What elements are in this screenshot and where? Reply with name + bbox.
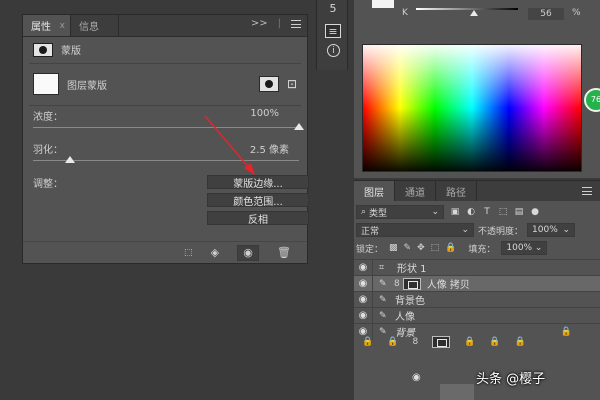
lock-pixels-icon[interactable]: ✎ (404, 243, 412, 253)
link-chain-icon[interactable]: 8 (394, 279, 400, 289)
lock-transparent-icon[interactable]: ▩ (389, 243, 398, 253)
blend-mode-select[interactable]: 正常 ⌄ (356, 223, 474, 237)
separator (372, 259, 373, 276)
layer-filter-row: ⌕ 类型 ⌄ ▣ ◐ T ⬚ ▤ ● (356, 205, 596, 219)
chevron-down-icon: ⌄ (461, 225, 469, 235)
watermark: 头条 @樱子 (476, 372, 546, 387)
layer-mask-mini-thumbnail (432, 336, 451, 348)
foreground-swatch[interactable] (372, 0, 394, 8)
separator (372, 307, 373, 324)
brush-icon: ✎ (379, 278, 387, 289)
channel-slider-thumb[interactable] (470, 10, 478, 16)
visibility-eye-icon[interactable]: ◉ (354, 294, 372, 305)
lock-icon: 🔒 (387, 337, 399, 347)
properties-panel-icon[interactable]: ≡ (325, 24, 341, 38)
smart-object-filter-icon[interactable]: ▤ (514, 207, 524, 217)
lock-row: 锁定： ▩ ✎ ✥ ⬚ 🔒 填充： 100% ⌄ (356, 241, 600, 255)
shape-filter-icon[interactable]: ⬚ (498, 207, 508, 217)
layer-name: 形状 1 (397, 264, 427, 275)
tab-channels[interactable]: 通道 (395, 181, 436, 201)
layer-name: 背景色 (395, 296, 425, 307)
channel-slider-track[interactable] (416, 8, 518, 10)
drag-ghost-row: 🔒 🔒 8 🔒 🔒 🔒 (362, 336, 526, 348)
lock-artboard-icon[interactable]: ⬚ (431, 243, 440, 253)
layers-tab-bar: 图层 通道 路径 (354, 181, 600, 201)
tab-layers[interactable]: 图层 (354, 181, 395, 201)
shape-layer-icon: ⌗ (379, 262, 385, 273)
lock-label: 锁定： (356, 244, 384, 255)
brush-icon: ✎ (379, 310, 387, 321)
lock-icon: 🔒 (514, 337, 526, 347)
opacity-value: 100% (532, 225, 558, 235)
visibility-eye-icon: ◉ (412, 372, 421, 383)
layers-panel: 图层 通道 路径 ⌕ 类型 ⌄ ▣ ◐ T ⬚ ▤ ● 正常 ⌄ 不透明度： 1… (354, 180, 600, 400)
visibility-eye-icon[interactable]: ◉ (354, 310, 372, 321)
layers-menu-icon[interactable] (582, 187, 592, 195)
visibility-eye-icon[interactable]: ◉ (354, 262, 372, 273)
color-spectrum[interactable] (362, 44, 582, 172)
lock-all-icon[interactable]: 🔒 (445, 243, 456, 253)
layer-mask-mini-thumbnail[interactable] (402, 277, 421, 290)
history-icon[interactable]: 5 (325, 2, 341, 16)
fill-field[interactable]: 100% ⌄ (501, 241, 548, 255)
layer-lock-icon[interactable]: 🔒 (561, 327, 572, 337)
separator (372, 291, 373, 308)
layer-row-shape[interactable]: ◉ ⌗ 形状 1 (354, 259, 600, 276)
fill-value: 100% (506, 243, 533, 253)
chevron-down-icon: ⌄ (562, 225, 571, 235)
search-icon: ⌕ (361, 207, 367, 217)
tab-paths[interactable]: 路径 (436, 181, 477, 201)
layer-row-bgcolor[interactable]: ◉ ✎ 背景色 (354, 291, 600, 308)
opacity-label: 不透明度： (478, 226, 524, 237)
lock-position-icon[interactable]: ✥ (417, 243, 425, 253)
type-filter-icon[interactable]: T (482, 207, 492, 217)
channel-label: K (402, 8, 408, 18)
link-chain-icon: 8 (412, 337, 419, 347)
filter-toggle-icon[interactable]: ● (530, 207, 540, 217)
layer-list: ◉ ⌗ 形状 1 ◉ ✎ 8 人像 拷贝 ◉ ✎ 背景色 ◉ ✎ 人像 ◉ ✎ … (354, 259, 600, 340)
channel-unit: % (572, 8, 581, 18)
chevron-down-icon: ⌄ (431, 207, 439, 217)
blend-row: 正常 ⌄ 不透明度： 100% ⌄ (356, 223, 600, 237)
layer-filter-select[interactable]: ⌕ 类型 ⌄ (356, 205, 444, 219)
photoshop-workspace: 属性 x 信息 >> | 蒙版 图层蒙版 ⊡ 浓度： 100% 羽化： 2.5 … (0, 0, 600, 400)
info-icon[interactable]: i (327, 44, 340, 57)
lock-icon: 🔒 (362, 337, 374, 347)
chevron-down-icon: ⌄ (534, 243, 543, 253)
channel-value-field[interactable]: 56 (528, 8, 564, 20)
panel-dock-strip: 5 ≡ i (316, 0, 348, 70)
fill-label: 填充： (468, 244, 496, 255)
adjustment-filter-icon[interactable]: ◐ (466, 207, 476, 217)
layer-row-portrait[interactable]: ◉ ✎ 人像 (354, 307, 600, 324)
lock-icon: 🔒 (464, 337, 476, 347)
layer-name: 人像 (395, 312, 415, 323)
pixel-filter-icon[interactable]: ▣ (450, 207, 460, 217)
visibility-eye-icon[interactable]: ◉ (354, 278, 372, 289)
opacity-field[interactable]: 100% ⌄ (527, 223, 576, 237)
brush-icon: ✎ (379, 326, 387, 337)
blend-mode-value: 正常 (361, 226, 380, 237)
layer-filter-kind: 类型 (369, 208, 388, 219)
layer-name: 人像 拷贝 (426, 280, 470, 291)
brush-icon: ✎ (379, 294, 387, 305)
lock-icon: 🔒 (489, 337, 501, 347)
drag-ghost-block (440, 384, 474, 400)
separator (372, 275, 373, 292)
layer-row-portrait-copy[interactable]: ◉ ✎ 8 人像 拷贝 (354, 275, 600, 292)
